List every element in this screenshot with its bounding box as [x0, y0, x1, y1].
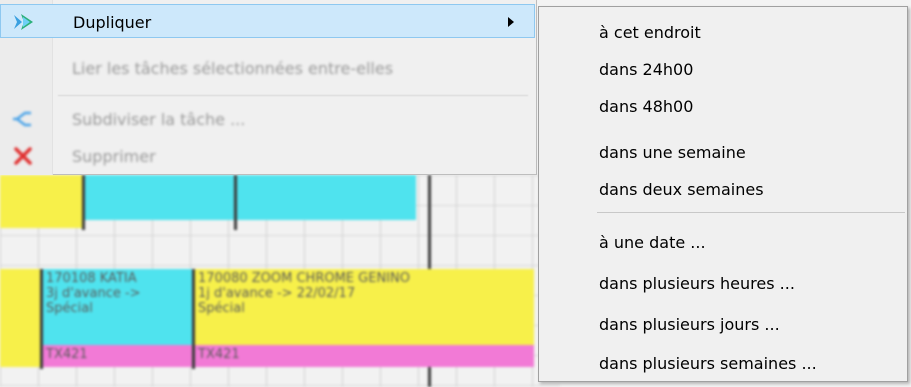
schedule-block: 170080 ZOOM CHROME GENINO 1j d'avance ->…	[194, 269, 534, 345]
grid-divider	[40, 269, 43, 369]
schedule-block	[0, 220, 82, 228]
grid-divider	[82, 175, 85, 230]
submenu-item-label: dans plusieurs heures ...	[599, 274, 795, 293]
schedule-block: TX421	[42, 345, 192, 367]
menu-item-subdiviser[interactable]: Subdiviser la tâche ...	[0, 102, 535, 136]
menu-item-lier-taches[interactable]: Lier les tâches sélectionnées entre-elle…	[0, 51, 535, 85]
schedule-block	[0, 345, 40, 367]
block-code: TX421	[198, 347, 240, 362]
menu-separator	[58, 95, 528, 96]
screen: 170108 KATIA 3j d'avance -> Spécial 1700…	[0, 0, 911, 387]
grid-divider	[234, 175, 237, 230]
block-detail: Spécial	[198, 301, 245, 316]
block-detail: 3j d'avance ->	[46, 286, 141, 301]
context-menu: Dupliquer Lier les tâches sélectionnées …	[0, 0, 537, 175]
submenu-item-dans-24h[interactable]: dans 24h00	[539, 52, 907, 86]
schedule-block: 170108 KATIA 3j d'avance -> Spécial	[42, 269, 192, 345]
menu-item-label: Subdiviser la tâche ...	[72, 110, 246, 129]
menu-item-label: Lier les tâches sélectionnées entre-elle…	[72, 59, 394, 78]
submenu-item-label: dans deux semaines	[599, 180, 764, 199]
submenu-item-deux-semaines[interactable]: dans deux semaines	[539, 172, 907, 206]
split-icon	[11, 108, 35, 130]
block-title: 170108 KATIA	[46, 271, 137, 286]
duplicate-submenu: à cet endroit dans 24h00 dans 48h00 dans…	[538, 6, 908, 382]
submenu-item-a-cet-endroit[interactable]: à cet endroit	[539, 15, 907, 49]
submenu-item-label: dans plusieurs semaines ...	[599, 354, 817, 373]
schedule-block	[0, 269, 40, 345]
menu-item-label: Dupliquer	[73, 13, 152, 32]
submenu-item-label: dans plusieurs jours ...	[599, 315, 780, 334]
submenu-item-label: dans 48h00	[599, 97, 694, 116]
submenu-item-une-semaine[interactable]: dans une semaine	[539, 135, 907, 169]
block-detail: Spécial	[46, 301, 93, 316]
block-detail: 1j d'avance -> 22/02/17	[198, 286, 356, 301]
submenu-item-plusieurs-heures[interactable]: dans plusieurs heures ...	[539, 266, 907, 300]
grid-divider	[192, 269, 195, 369]
submenu-item-label: à cet endroit	[599, 23, 701, 42]
submenu-item-dans-48h[interactable]: dans 48h00	[539, 89, 907, 123]
schedule-block: TX421	[194, 345, 534, 367]
submenu-item-label: dans une semaine	[599, 143, 746, 162]
schedule-block	[0, 175, 82, 220]
block-code: TX421	[46, 347, 88, 362]
submenu-item-plusieurs-semaines[interactable]: dans plusieurs semaines ...	[539, 346, 907, 380]
block-title: 170080 ZOOM CHROME GENINO	[198, 271, 410, 286]
submenu-arrow-icon	[508, 17, 514, 27]
schedule-block	[236, 175, 416, 220]
submenu-item-label: à une date ...	[599, 233, 706, 252]
submenu-item-label: dans 24h00	[599, 60, 694, 79]
submenu-separator	[597, 212, 905, 213]
menu-item-supprimer[interactable]: Supprimer	[0, 139, 535, 173]
schedule-grid: 170108 KATIA 3j d'avance -> Spécial 1700…	[0, 175, 560, 387]
delete-icon	[11, 145, 35, 167]
menu-item-dupliquer[interactable]: Dupliquer	[0, 4, 535, 38]
schedule-block	[84, 175, 234, 220]
menu-item-label: Supprimer	[72, 147, 156, 166]
duplicate-icon	[12, 11, 36, 33]
submenu-item-a-une-date[interactable]: à une date ...	[539, 225, 907, 259]
submenu-item-plusieurs-jours[interactable]: dans plusieurs jours ...	[539, 307, 907, 341]
